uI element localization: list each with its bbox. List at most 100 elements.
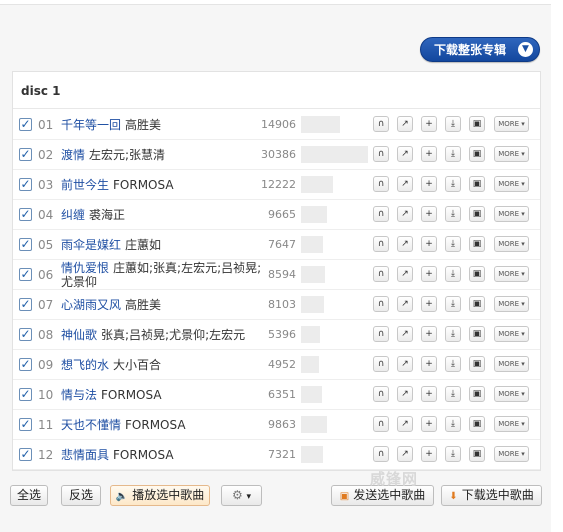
device-icon[interactable]: ▣	[469, 296, 485, 312]
track-checkbox[interactable]: ✓	[19, 238, 32, 251]
artist-name[interactable]: 裘海正	[89, 208, 125, 222]
share-arrow-icon[interactable]: ↗	[397, 296, 413, 312]
add-icon[interactable]: +	[421, 326, 437, 342]
invert-selection-button[interactable]: 反选	[61, 485, 101, 506]
song-title-link[interactable]: 情与法	[61, 388, 97, 402]
headphones-icon[interactable]: ∩	[373, 446, 389, 462]
select-all-button[interactable]: 全选	[10, 485, 48, 506]
headphones-icon[interactable]: ∩	[373, 266, 389, 282]
track-row[interactable]: ✓ 09 想飞的水 大小百合 4952 ∩ ↗ + ⤓ ▣ MORE ▾	[13, 350, 540, 380]
download-icon[interactable]: ⤓	[445, 236, 461, 252]
share-arrow-icon[interactable]: ↗	[397, 356, 413, 372]
add-icon[interactable]: +	[421, 266, 437, 282]
share-arrow-icon[interactable]: ↗	[397, 236, 413, 252]
more-dropdown[interactable]: MORE ▾	[494, 356, 529, 372]
add-icon[interactable]: +	[421, 236, 437, 252]
more-dropdown[interactable]: MORE ▾	[494, 146, 529, 162]
song-title-link[interactable]: 雨伞是媒红	[61, 238, 121, 252]
track-row[interactable]: ✓ 11 天也不懂情 FORMOSA 9863 ∩ ↗ + ⤓ ▣ MORE ▾	[13, 410, 540, 440]
song-title-link[interactable]: 神仙歌	[61, 328, 97, 342]
headphones-icon[interactable]: ∩	[373, 326, 389, 342]
track-checkbox[interactable]: ✓	[19, 118, 32, 131]
download-album-button[interactable]: 下载整张专辑 ▼	[420, 37, 540, 62]
device-icon[interactable]: ▣	[469, 116, 485, 132]
send-selected-button[interactable]: ▣ 发送选中歌曲	[331, 485, 434, 506]
headphones-icon[interactable]: ∩	[373, 236, 389, 252]
song-title-link[interactable]: 想飞的水	[61, 358, 109, 372]
device-icon[interactable]: ▣	[469, 386, 485, 402]
add-icon[interactable]: +	[421, 206, 437, 222]
add-icon[interactable]: +	[421, 356, 437, 372]
song-title-link[interactable]: 前世今生	[61, 178, 109, 192]
artist-name[interactable]: 高胜美	[125, 298, 161, 312]
device-icon[interactable]: ▣	[469, 266, 485, 282]
add-icon[interactable]: +	[421, 146, 437, 162]
artist-name[interactable]: 左宏元;张慧清	[89, 148, 165, 162]
add-icon[interactable]: +	[421, 176, 437, 192]
download-icon[interactable]: ⤓	[445, 116, 461, 132]
headphones-icon[interactable]: ∩	[373, 356, 389, 372]
track-row[interactable]: ✓ 03 前世今生 FORMOSA 12222 ∩ ↗ + ⤓ ▣ MORE ▾	[13, 170, 540, 200]
artist-name[interactable]: 高胜美	[125, 118, 161, 132]
track-row[interactable]: ✓ 12 悲情面具 FORMOSA 7321 ∩ ↗ + ⤓ ▣ MORE ▾	[13, 440, 540, 470]
download-icon[interactable]: ⤓	[445, 356, 461, 372]
artist-name[interactable]: 大小百合	[113, 358, 161, 372]
more-dropdown[interactable]: MORE ▾	[494, 326, 529, 342]
share-arrow-icon[interactable]: ↗	[397, 266, 413, 282]
artist-name[interactable]: 庄蕙如	[125, 238, 161, 252]
share-arrow-icon[interactable]: ↗	[397, 446, 413, 462]
download-icon[interactable]: ⤓	[445, 326, 461, 342]
settings-dropdown-button[interactable]: ⚙ ▾	[221, 485, 262, 506]
share-arrow-icon[interactable]: ↗	[397, 146, 413, 162]
song-title-link[interactable]: 天也不懂情	[61, 418, 121, 432]
track-row[interactable]: ✓ 01 千年等一回 高胜美 14906 ∩ ↗ + ⤓ ▣ MORE ▾	[13, 110, 540, 140]
share-arrow-icon[interactable]: ↗	[397, 176, 413, 192]
download-icon[interactable]: ⤓	[445, 146, 461, 162]
download-icon[interactable]: ⤓	[445, 416, 461, 432]
song-title-link[interactable]: 心湖雨又风	[61, 298, 121, 312]
share-arrow-icon[interactable]: ↗	[397, 386, 413, 402]
add-icon[interactable]: +	[421, 416, 437, 432]
download-icon[interactable]: ⤓	[445, 266, 461, 282]
headphones-icon[interactable]: ∩	[373, 386, 389, 402]
device-icon[interactable]: ▣	[469, 206, 485, 222]
track-checkbox[interactable]: ✓	[19, 388, 32, 401]
device-icon[interactable]: ▣	[469, 326, 485, 342]
device-icon[interactable]: ▣	[469, 416, 485, 432]
artist-name[interactable]: FORMOSA	[101, 388, 162, 402]
artist-name[interactable]: FORMOSA	[113, 448, 174, 462]
download-icon[interactable]: ⤓	[445, 176, 461, 192]
download-icon[interactable]: ⤓	[445, 296, 461, 312]
download-icon[interactable]: ⤓	[445, 446, 461, 462]
device-icon[interactable]: ▣	[469, 446, 485, 462]
more-dropdown[interactable]: MORE ▾	[494, 206, 529, 222]
headphones-icon[interactable]: ∩	[373, 206, 389, 222]
add-icon[interactable]: +	[421, 296, 437, 312]
headphones-icon[interactable]: ∩	[373, 176, 389, 192]
headphones-icon[interactable]: ∩	[373, 116, 389, 132]
device-icon[interactable]: ▣	[469, 236, 485, 252]
play-selected-button[interactable]: 🔈 播放选中歌曲	[110, 485, 210, 506]
artist-name[interactable]: 张真;吕祯晃;尤景仰;左宏元	[101, 328, 245, 342]
track-checkbox[interactable]: ✓	[19, 208, 32, 221]
track-checkbox[interactable]: ✓	[19, 358, 32, 371]
song-title-link[interactable]: 悲情面具	[61, 448, 109, 462]
track-checkbox[interactable]: ✓	[19, 178, 32, 191]
track-row[interactable]: ✓ 04 纠缠 裘海正 9665 ∩ ↗ + ⤓ ▣ MORE ▾	[13, 200, 540, 230]
song-title-link[interactable]: 纠缠	[61, 208, 85, 222]
download-icon[interactable]: ⤓	[445, 386, 461, 402]
download-icon[interactable]: ⤓	[445, 206, 461, 222]
device-icon[interactable]: ▣	[469, 176, 485, 192]
song-title-link[interactable]: 情仇爱恨	[61, 261, 109, 275]
track-row[interactable]: ✓ 06 情仇爱恨 庄蕙如;张真;左宏元;吕祯晃;尤景仰 8594 ∩ ↗ + ⤓ ▣ MORE ▾	[13, 260, 540, 290]
download-selected-button[interactable]: ⬇ 下载选中歌曲	[441, 485, 542, 506]
track-row[interactable]: ✓ 02 渡情 左宏元;张慧清 30386 ∩ ↗ + ⤓ ▣ MORE ▾	[13, 140, 540, 170]
device-icon[interactable]: ▣	[469, 356, 485, 372]
more-dropdown[interactable]: MORE ▾	[494, 416, 529, 432]
track-row[interactable]: ✓ 07 心湖雨又风 高胜美 8103 ∩ ↗ + ⤓ ▣ MORE ▾	[13, 290, 540, 320]
headphones-icon[interactable]: ∩	[373, 146, 389, 162]
more-dropdown[interactable]: MORE ▾	[494, 386, 529, 402]
device-icon[interactable]: ▣	[469, 146, 485, 162]
share-arrow-icon[interactable]: ↗	[397, 326, 413, 342]
add-icon[interactable]: +	[421, 116, 437, 132]
